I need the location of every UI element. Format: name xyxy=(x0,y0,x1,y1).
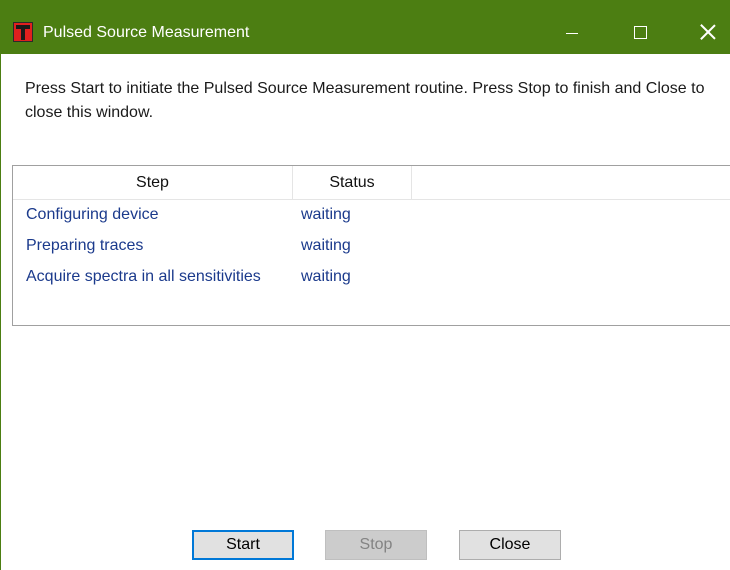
minimize-button[interactable] xyxy=(549,10,595,54)
list-header: Step Status xyxy=(13,166,730,200)
start-button[interactable]: Start xyxy=(192,530,294,560)
window-title: Pulsed Source Measurement xyxy=(43,24,250,41)
app-logo-icon xyxy=(13,22,33,42)
status-cell: waiting xyxy=(301,268,351,285)
status-cell: waiting xyxy=(301,206,351,223)
table-row[interactable]: Configuring device waiting xyxy=(13,200,730,230)
table-row[interactable]: Preparing traces waiting xyxy=(13,231,730,261)
maximize-button[interactable] xyxy=(617,10,663,54)
step-cell: Preparing traces xyxy=(26,237,144,254)
step-cell: Acquire spectra in all sensitivities xyxy=(26,268,261,285)
minimize-icon xyxy=(566,32,578,34)
step-cell: Configuring device xyxy=(26,206,159,223)
close-icon xyxy=(700,24,716,40)
stop-button[interactable]: Stop xyxy=(325,530,427,560)
steps-list[interactable]: Step Status Configuring device waiting P… xyxy=(12,165,730,326)
instructions-text: Press Start to initiate the Pulsed Sourc… xyxy=(25,80,705,121)
close-window-button[interactable] xyxy=(685,10,730,54)
table-row[interactable]: Acquire spectra in all sensitivities wai… xyxy=(13,262,730,292)
column-header-status[interactable]: Status xyxy=(293,166,412,199)
status-cell: waiting xyxy=(301,237,351,254)
column-header-step[interactable]: Step xyxy=(13,166,293,199)
maximize-icon xyxy=(633,25,647,39)
dialog-window: Pulsed Source Measurement Press Start to… xyxy=(0,0,730,570)
title-bar[interactable]: Pulsed Source Measurement xyxy=(1,0,730,54)
close-button[interactable]: Close xyxy=(459,530,561,560)
